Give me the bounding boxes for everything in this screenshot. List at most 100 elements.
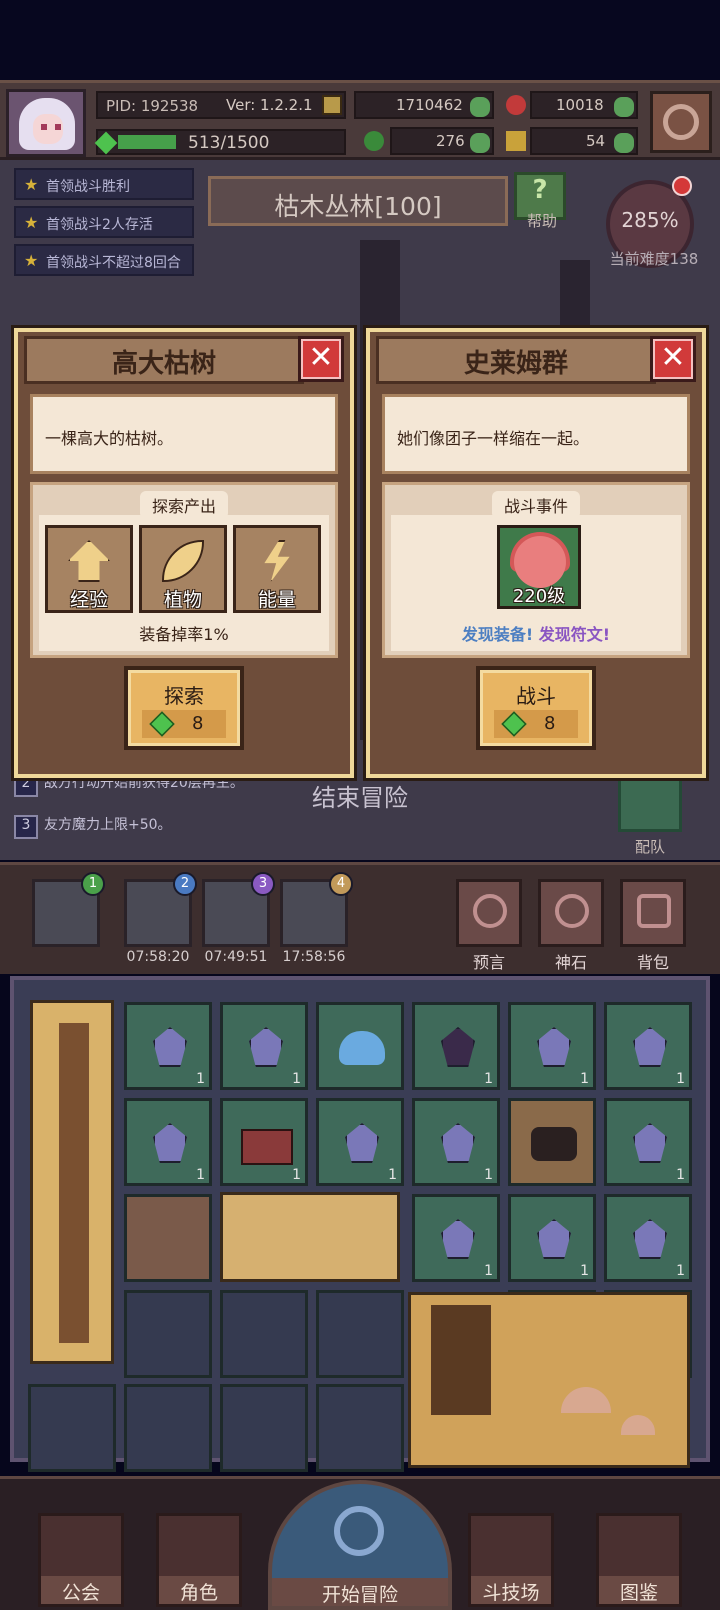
item-count: 1 <box>484 1167 493 1183</box>
plus-gold-icon[interactable] <box>470 97 490 117</box>
monster-portrait[interactable]: 220级 <box>497 525 581 609</box>
version-text: Ver: 1.2.2.1 <box>226 96 313 114</box>
grid-cell[interactable]: 1 <box>508 1194 596 1282</box>
tree-icon <box>59 1023 89 1343</box>
drop-rate: 装备掉率1% <box>139 625 229 644</box>
prophecy-button[interactable] <box>456 879 522 947</box>
nav-guild[interactable]: 公会 <box>38 1513 124 1607</box>
grid-cell[interactable] <box>316 1384 404 1472</box>
settings-button[interactable] <box>650 91 712 153</box>
item-count: 1 <box>580 1263 589 1279</box>
side-label: 背包 <box>636 953 669 972</box>
stump-icon <box>431 1305 491 1415</box>
side-label: 神石 <box>554 953 587 972</box>
crystal-icon <box>537 1219 571 1259</box>
avatar-eye <box>41 124 47 130</box>
monster-head <box>514 536 566 588</box>
godstone-button[interactable] <box>538 879 604 947</box>
crystal-ball-icon <box>473 894 507 928</box>
grid-cell[interactable]: 1 <box>220 1098 308 1186</box>
battle-button[interactable]: 战斗 8 <box>476 666 596 750</box>
grid-cell[interactable]: 1 <box>604 1002 692 1090</box>
formation-label: 配队 <box>634 838 665 856</box>
crystal-icon <box>345 1123 379 1163</box>
grid-cell[interactable] <box>220 1384 308 1472</box>
objective-item: ★ 首领战斗不超过8回合 <box>14 244 194 276</box>
grid-cell[interactable] <box>316 1290 404 1378</box>
nav-character[interactable]: 角色 <box>156 1513 242 1607</box>
yield-energy[interactable]: 能量 <box>233 525 321 613</box>
action-label: 探索 <box>164 684 204 708</box>
team-slot[interactable]: 4 <box>280 872 353 947</box>
grid-cell[interactable] <box>316 1002 404 1090</box>
star-icon: ★ <box>24 251 39 270</box>
crystal-icon <box>153 1027 187 1067</box>
tall-dead-tree-tile[interactable] <box>30 1000 114 1364</box>
end-adventure-button[interactable]: 结束冒险 <box>300 778 420 813</box>
coin-icon <box>322 95 342 115</box>
energy-bar: 513/1500 <box>94 129 346 155</box>
crystal-icon <box>153 1123 187 1163</box>
yield-plant[interactable]: 植物 <box>139 525 227 613</box>
crystal-icon <box>633 1027 667 1067</box>
player-avatar[interactable] <box>6 89 86 157</box>
plus-clover-icon[interactable] <box>470 133 490 153</box>
slot-number: 2 <box>173 872 197 896</box>
chest-icon <box>241 1129 293 1165</box>
zone-name: 枯木丛林[100] <box>274 192 442 221</box>
grid-cell[interactable] <box>220 1290 308 1378</box>
action-cost: 8 <box>494 710 578 738</box>
explore-button[interactable]: 探索 8 <box>124 666 244 750</box>
card-description: 一棵高大的枯树。 <box>30 394 338 474</box>
nav-arena[interactable]: 斗技场 <box>468 1513 554 1607</box>
action-cost: 8 <box>142 710 226 738</box>
grid-cell[interactable]: 1 <box>124 1098 212 1186</box>
backpack-button[interactable] <box>620 879 686 947</box>
grid-cell[interactable]: 1 <box>604 1194 692 1282</box>
status-bar-area <box>0 0 720 80</box>
team-slot[interactable]: 2 <box>124 872 197 947</box>
grid-cell[interactable] <box>124 1290 212 1378</box>
gear-icon <box>663 104 699 140</box>
stump-mushroom-tile[interactable] <box>408 1292 690 1468</box>
close-button[interactable]: ✕ <box>298 336 344 382</box>
nav-codex[interactable]: 图鉴 <box>596 1513 682 1607</box>
grid-cell[interactable]: 1 <box>412 1098 500 1186</box>
grid-cell[interactable] <box>508 1098 596 1186</box>
plus-keys-icon[interactable] <box>614 133 634 153</box>
close-button[interactable]: ✕ <box>650 336 696 382</box>
grid-cell[interactable]: 1 <box>412 1194 500 1282</box>
crystal-icon <box>537 1027 571 1067</box>
item-count: 1 <box>580 1071 589 1087</box>
grid-cell[interactable]: 1 <box>508 1002 596 1090</box>
cost-number: 8 <box>544 713 556 734</box>
objective-item: ★ 首领战斗胜利 <box>14 168 194 200</box>
grid-cell[interactable]: 1 <box>220 1002 308 1090</box>
discover-rune: 发现符文! <box>538 625 611 644</box>
team-slot[interactable]: 1 <box>32 872 105 947</box>
difficulty-percent: 285% <box>621 208 679 232</box>
plus-red-icon[interactable] <box>614 97 634 117</box>
red-orb-icon <box>506 95 526 115</box>
grid-cell[interactable]: 1 <box>124 1002 212 1090</box>
grid-cell[interactable]: 1 <box>316 1098 404 1186</box>
objective-text: 首领战斗2人存活 <box>46 217 153 233</box>
team-slot[interactable]: 3 <box>202 872 275 947</box>
red-currency-amount: 10018 <box>556 96 604 114</box>
grid-cell[interactable]: 1 <box>604 1098 692 1186</box>
grid-cell[interactable] <box>124 1194 212 1282</box>
card-title-bar: 高大枯树 <box>24 336 304 384</box>
explore-yield-panel: 探索产出 经验 植物 能量 装备掉率1% <box>30 482 338 658</box>
stone-icon <box>555 894 589 928</box>
grid-cell[interactable]: 1 <box>412 1002 500 1090</box>
stones-tile[interactable] <box>220 1192 400 1282</box>
rule-text: 友方魔力上限+50。 <box>44 817 172 833</box>
card-title: 高大枯树 <box>111 349 216 379</box>
grid-cell[interactable] <box>28 1384 116 1472</box>
yield-label: 植物 <box>163 589 202 611</box>
grid-cell[interactable] <box>124 1384 212 1472</box>
gem-icon <box>501 711 527 737</box>
yield-exp[interactable]: 经验 <box>45 525 133 613</box>
leaf-icon <box>162 540 204 582</box>
slot-timer: 07:49:51 <box>204 949 268 965</box>
